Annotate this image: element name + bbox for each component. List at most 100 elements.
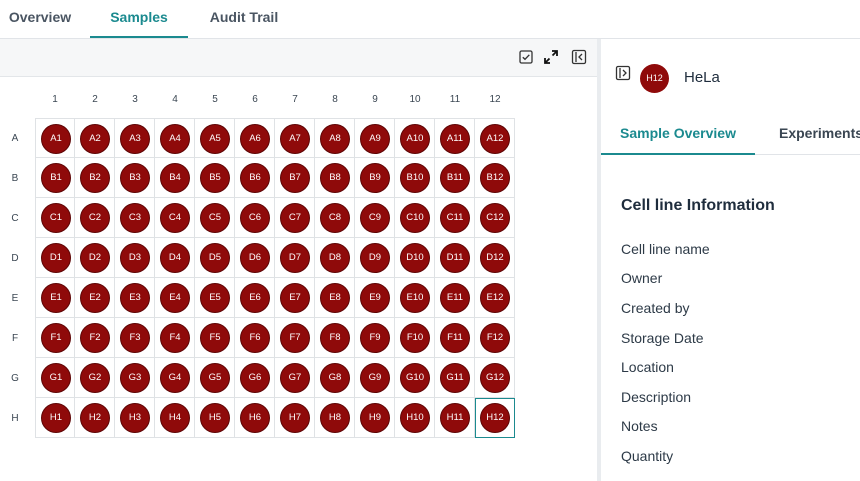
sample-well[interactable]: F9 [360,323,390,353]
well-cell[interactable]: H10 [395,398,435,438]
sample-well[interactable]: A5 [200,124,230,154]
well-cell[interactable]: B4 [155,158,195,198]
well-cell[interactable]: H2 [75,398,115,438]
well-cell[interactable]: E11 [435,278,475,318]
well-cell[interactable]: B7 [275,158,315,198]
well-cell[interactable]: G10 [395,358,435,398]
well-cell[interactable]: A5 [195,118,235,158]
well-cell[interactable]: C3 [115,198,155,238]
sample-well[interactable]: H4 [160,403,190,433]
well-cell[interactable]: H4 [155,398,195,438]
well-cell[interactable]: G8 [315,358,355,398]
sample-well[interactable]: D2 [80,243,110,273]
sample-well[interactable]: F3 [120,323,150,353]
sample-well[interactable]: H5 [200,403,230,433]
sample-well[interactable]: A7 [280,124,310,154]
sample-well[interactable]: E10 [400,283,430,313]
well-cell[interactable]: F4 [155,318,195,358]
sample-well[interactable]: F2 [80,323,110,353]
sample-well[interactable]: D7 [280,243,310,273]
well-cell[interactable]: D11 [435,238,475,278]
sample-well[interactable]: E6 [240,283,270,313]
sample-well[interactable]: A9 [360,124,390,154]
well-cell[interactable]: D2 [75,238,115,278]
sample-well[interactable]: C11 [440,203,470,233]
well-cell[interactable]: D6 [235,238,275,278]
sample-well[interactable]: C5 [200,203,230,233]
sample-well[interactable]: B9 [360,163,390,193]
sample-well[interactable]: A3 [120,124,150,154]
sample-well[interactable]: G12 [480,363,510,393]
well-cell[interactable]: B11 [435,158,475,198]
sample-well[interactable]: D1 [41,243,71,273]
sample-well[interactable]: B11 [440,163,470,193]
sample-well[interactable]: B4 [160,163,190,193]
sample-well[interactable]: F10 [400,323,430,353]
well-cell[interactable]: F1 [35,318,75,358]
well-cell[interactable]: G3 [115,358,155,398]
sample-well[interactable]: D4 [160,243,190,273]
well-cell[interactable]: E2 [75,278,115,318]
expand-panel-icon[interactable] [615,65,631,81]
well-cell[interactable]: G6 [235,358,275,398]
sample-well[interactable]: F7 [280,323,310,353]
sample-well[interactable]: G1 [41,363,71,393]
sample-well[interactable]: F5 [200,323,230,353]
well-cell[interactable]: G2 [75,358,115,398]
sample-well[interactable]: G10 [400,363,430,393]
well-cell[interactable]: H9 [355,398,395,438]
well-cell[interactable]: H11 [435,398,475,438]
sample-well[interactable]: H10 [400,403,430,433]
well-cell[interactable]: E4 [155,278,195,318]
sample-well[interactable]: H6 [240,403,270,433]
well-cell[interactable]: A1 [35,118,75,158]
sample-well[interactable]: A2 [80,124,110,154]
well-cell[interactable]: E9 [355,278,395,318]
well-cell[interactable]: C7 [275,198,315,238]
sample-well[interactable]: D3 [120,243,150,273]
well-cell[interactable]: D5 [195,238,235,278]
sample-well[interactable]: C8 [320,203,350,233]
well-cell[interactable]: D7 [275,238,315,278]
collapse-panel-icon[interactable] [571,49,587,65]
well-cell[interactable]: E12 [475,278,515,318]
well-cell[interactable]: C11 [435,198,475,238]
well-cell[interactable]: A9 [355,118,395,158]
sample-well[interactable]: F1 [41,323,71,353]
sample-well[interactable]: E8 [320,283,350,313]
sample-well[interactable]: G11 [440,363,470,393]
sample-well[interactable]: H9 [360,403,390,433]
well-cell[interactable]: C5 [195,198,235,238]
sample-well[interactable]: E2 [80,283,110,313]
sample-well[interactable]: C9 [360,203,390,233]
well-cell[interactable]: C8 [315,198,355,238]
well-cell[interactable]: G5 [195,358,235,398]
sample-well[interactable]: A6 [240,124,270,154]
well-cell[interactable]: H8 [315,398,355,438]
sample-well[interactable]: B12 [480,163,510,193]
sample-well[interactable]: G5 [200,363,230,393]
well-cell[interactable]: F10 [395,318,435,358]
well-cell[interactable]: F3 [115,318,155,358]
well-cell[interactable]: B8 [315,158,355,198]
sample-well[interactable]: D11 [440,243,470,273]
sample-well[interactable]: C2 [80,203,110,233]
sample-well[interactable]: B3 [120,163,150,193]
tab-samples[interactable]: Samples [90,0,188,38]
well-cell[interactable]: F9 [355,318,395,358]
well-cell[interactable]: E3 [115,278,155,318]
sample-well[interactable]: G2 [80,363,110,393]
sample-well[interactable]: D5 [200,243,230,273]
well-cell[interactable]: F8 [315,318,355,358]
sample-well[interactable]: D6 [240,243,270,273]
sample-well[interactable]: H2 [80,403,110,433]
sample-well[interactable]: C3 [120,203,150,233]
well-cell[interactable]: E6 [235,278,275,318]
tab-experiments[interactable]: Experiments [779,113,860,155]
well-cell[interactable]: C9 [355,198,395,238]
sample-well[interactable]: C7 [280,203,310,233]
well-cell[interactable]: G9 [355,358,395,398]
sample-well[interactable]: E5 [200,283,230,313]
sample-well[interactable]: D8 [320,243,350,273]
well-cell[interactable]: C4 [155,198,195,238]
